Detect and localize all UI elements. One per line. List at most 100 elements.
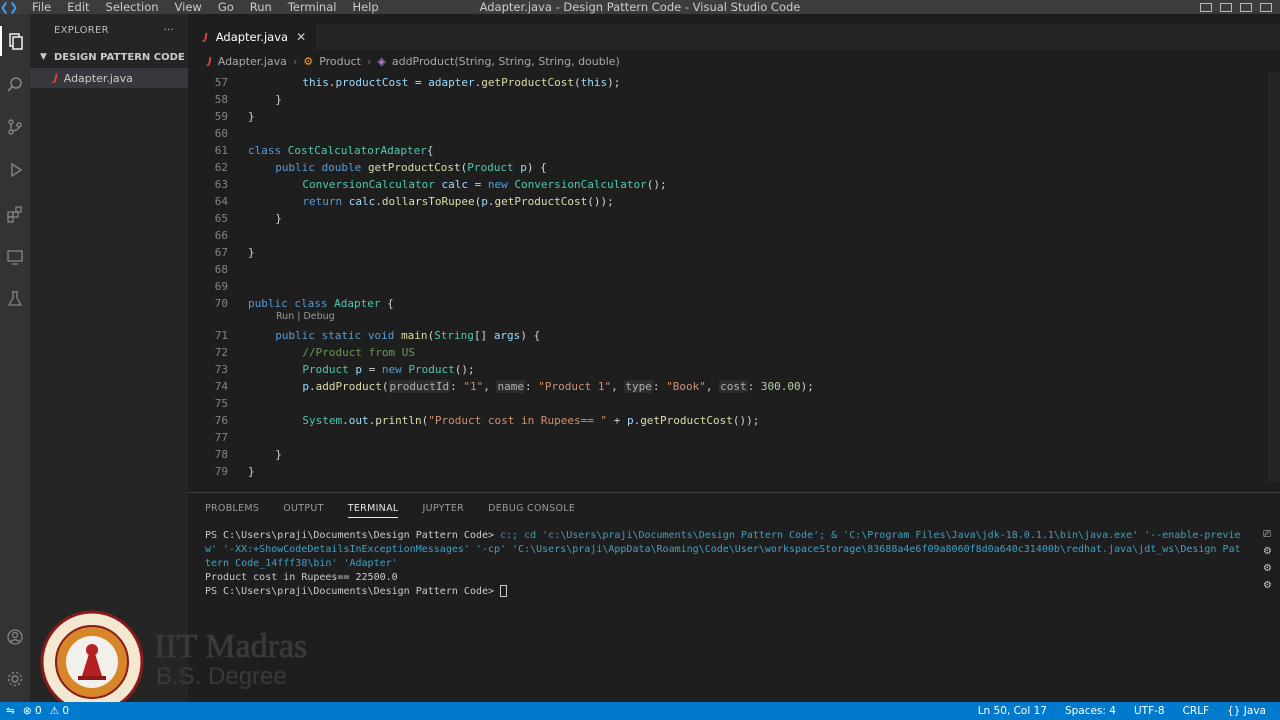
code-line[interactable]: 66 <box>188 227 228 244</box>
code-line[interactable]: 68 <box>188 261 228 278</box>
code-line[interactable]: 64 return calc.dollarsToRupee(p.getProduc… <box>188 193 614 210</box>
breadcrumb: J Adapter.java › ⚙ Product › ◈ addProduc… <box>188 50 1280 72</box>
code-text: this.productCost = adapter.getProductCos… <box>302 76 621 89</box>
code-line[interactable]: 59} <box>188 108 255 125</box>
breadcrumb-method[interactable]: addProduct(String, String, String, doubl… <box>392 55 620 68</box>
code-line[interactable]: 72 //Product from US <box>188 344 415 361</box>
menu-selection[interactable]: Selection <box>98 0 167 14</box>
code-line[interactable]: 73 Product p = new Product(); <box>188 361 475 378</box>
tab-jupyter[interactable]: JUPYTER <box>422 503 464 514</box>
toggle-secondary-sidebar-icon[interactable] <box>1240 2 1252 12</box>
workspace-folder-label: DESIGN PATTERN CODE <box>54 51 185 63</box>
more-actions-icon[interactable]: ··· <box>164 25 174 36</box>
code-line[interactable]: 79} <box>188 463 255 480</box>
code-editor[interactable]: 57 this.productCost = adapter.getProductC… <box>188 72 1268 482</box>
code-line[interactable]: 58} <box>188 91 282 108</box>
vscode-logo-icon: ❮❯ <box>0 0 19 14</box>
title-bar: ❮❯ File Edit Selection View Go Run Termi… <box>0 0 1280 14</box>
code-line[interactable]: 70 public class Adapter { <box>188 295 394 312</box>
line-number: 73 <box>214 363 228 376</box>
iit-madras-logo <box>40 610 144 714</box>
code-text: } <box>275 93 282 106</box>
method-icon: ◈ <box>377 54 386 68</box>
code-line[interactable]: 76 System.out.println("Product cost in Ru… <box>188 412 760 429</box>
menu-terminal[interactable]: Terminal <box>280 0 345 14</box>
code-line[interactable]: 57 this.productCost = adapter.getProductC… <box>188 74 621 91</box>
file-encoding[interactable]: UTF-8 <box>1134 705 1165 717</box>
menu-go[interactable]: Go <box>210 0 242 14</box>
toggle-panel-icon[interactable] <box>1220 2 1232 12</box>
code-line[interactable]: 75 <box>188 395 228 412</box>
breadcrumb-class[interactable]: Product <box>319 55 361 68</box>
testing-icon[interactable] <box>0 284 30 314</box>
breadcrumb-file[interactable]: Adapter.java <box>218 55 287 68</box>
problems-warnings[interactable]: ⚠ 0 <box>50 705 69 717</box>
terminal-output[interactable]: PS C:\Users\praji\Documents\Design Patte… <box>205 529 1245 599</box>
tab-debug-console[interactable]: DEBUG CONSOLE <box>488 503 575 514</box>
remote-explorer-icon[interactable] <box>0 242 30 272</box>
menu-file[interactable]: File <box>24 0 59 14</box>
code-line[interactable]: 67} <box>188 244 255 261</box>
terminal-java-icon[interactable]: ⚙ <box>1263 563 1272 574</box>
file-item-label: Adapter.java <box>63 71 133 85</box>
source-control-icon[interactable] <box>0 112 30 142</box>
language-mode[interactable]: {} Java <box>1227 705 1266 717</box>
manage-gear-icon[interactable] <box>0 664 30 694</box>
code-text: } <box>248 246 255 259</box>
line-number: 59 <box>214 110 228 123</box>
code-line[interactable]: 61 class CostCalculatorAdapter{ <box>188 142 434 159</box>
file-item-adapter-java[interactable]: J Adapter.java <box>30 68 188 88</box>
line-number: 62 <box>214 161 228 174</box>
extensions-icon[interactable] <box>0 199 30 229</box>
workspace-folder[interactable]: ▼ DESIGN PATTERN CODE <box>30 46 188 68</box>
terminal-instance-icon[interactable]: ⎚ <box>1263 529 1272 540</box>
account-icon[interactable] <box>0 622 30 652</box>
code-line[interactable]: 77 <box>188 429 228 446</box>
line-number: 75 <box>214 397 228 410</box>
search-icon[interactable] <box>0 70 30 100</box>
terminal-java-icon[interactable]: ⚙ <box>1263 580 1272 591</box>
code-text: } <box>275 448 282 461</box>
menu-help[interactable]: Help <box>344 0 386 14</box>
customize-layout-icon[interactable] <box>1260 2 1272 12</box>
problems-errors[interactable]: ⊗ 0 <box>23 705 42 717</box>
code-line[interactable]: 60 <box>188 125 228 142</box>
remote-indicator-icon[interactable]: ⇋ <box>6 705 15 717</box>
code-text: p.addProduct(productId: "1", name: "Prod… <box>302 380 814 393</box>
run-debug-codelens[interactable]: Run | Debug <box>276 311 335 322</box>
code-line[interactable]: 65} <box>188 210 282 227</box>
code-text: public double getProductCost(Product p) … <box>275 161 547 174</box>
terminal-java-icon[interactable]: ⚙ <box>1263 546 1272 557</box>
end-of-line[interactable]: CRLF <box>1183 705 1210 717</box>
tab-output[interactable]: OUTPUT <box>283 503 324 514</box>
tab-problems[interactable]: PROBLEMS <box>205 503 259 514</box>
minimap[interactable] <box>1268 72 1280 482</box>
editor-tabs: J Adapter.java ✕ <box>188 24 1280 50</box>
terminal-prompt: PS C:\Users\praji\Documents\Design Patte… <box>205 586 501 597</box>
tab-adapter-java[interactable]: J Adapter.java ✕ <box>188 24 317 50</box>
code-line[interactable]: 63 ConversionCalculator calc = new Conver… <box>188 176 667 193</box>
code-line[interactable]: 74 p.addProduct(productId: "1", name: "Pr… <box>188 378 814 395</box>
cursor-position[interactable]: Ln 50, Col 17 <box>978 705 1047 717</box>
menu-run[interactable]: Run <box>242 0 280 14</box>
run-debug-icon[interactable] <box>0 155 30 185</box>
status-bar: ⇋ ⊗ 0 ⚠ 0 Ln 50, Col 17 Spaces: 4 UTF-8 … <box>0 702 1280 720</box>
code-line[interactable]: 78} <box>188 446 282 463</box>
indentation[interactable]: Spaces: 4 <box>1065 705 1116 717</box>
toggle-sidebar-icon[interactable] <box>1200 2 1212 12</box>
code-line[interactable]: 71 public static void main(String[] args)… <box>188 327 540 344</box>
chevron-down-icon: ▼ <box>40 52 47 62</box>
explorer-icon[interactable] <box>0 26 30 56</box>
code-text: return calc.dollarsToRupee(p.getProductC… <box>302 195 614 208</box>
close-tab-icon[interactable]: ✕ <box>296 30 306 44</box>
tab-terminal[interactable]: TERMINAL <box>347 503 399 518</box>
bottom-panel: PROBLEMS OUTPUT TERMINAL JUPYTER DEBUG C… <box>188 492 1280 702</box>
line-number: 58 <box>214 93 228 106</box>
menu-view[interactable]: View <box>167 0 210 14</box>
line-number: 76 <box>214 414 228 427</box>
code-line[interactable]: 69 <box>188 278 228 295</box>
tab-label: Adapter.java <box>215 30 289 44</box>
code-line[interactable]: 62 public double getProductCost(Product p… <box>188 159 547 176</box>
menu-edit[interactable]: Edit <box>59 0 97 14</box>
line-number: 64 <box>214 195 228 208</box>
